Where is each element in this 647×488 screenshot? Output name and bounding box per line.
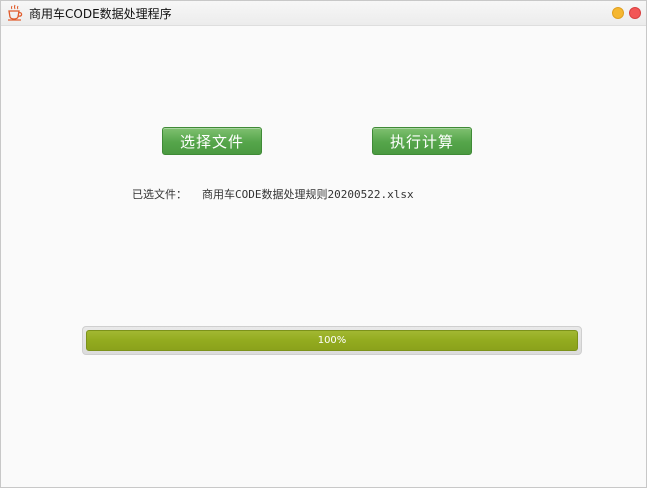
select-file-button[interactable]: 选择文件 bbox=[162, 127, 262, 155]
close-circle-icon[interactable] bbox=[629, 7, 641, 19]
progress-text: 100% bbox=[317, 335, 347, 346]
coffee-cup-icon bbox=[6, 4, 24, 22]
window-title: 商用车CODE数据处理程序 bbox=[29, 7, 172, 21]
app-window: 商用车CODE数据处理程序 选择文件 执行计算 已选文件： 商用车CODE数据处… bbox=[0, 0, 647, 488]
selected-file-label: 已选文件： bbox=[132, 188, 187, 201]
run-calculation-button[interactable]: 执行计算 bbox=[372, 127, 472, 155]
progress-bar: 100% bbox=[82, 326, 582, 355]
title-bar[interactable]: 商用车CODE数据处理程序 bbox=[1, 1, 646, 26]
minimize-circle-icon[interactable] bbox=[612, 7, 624, 19]
selected-file-name: 商用车CODE数据处理规则20200522.xlsx bbox=[202, 188, 414, 201]
